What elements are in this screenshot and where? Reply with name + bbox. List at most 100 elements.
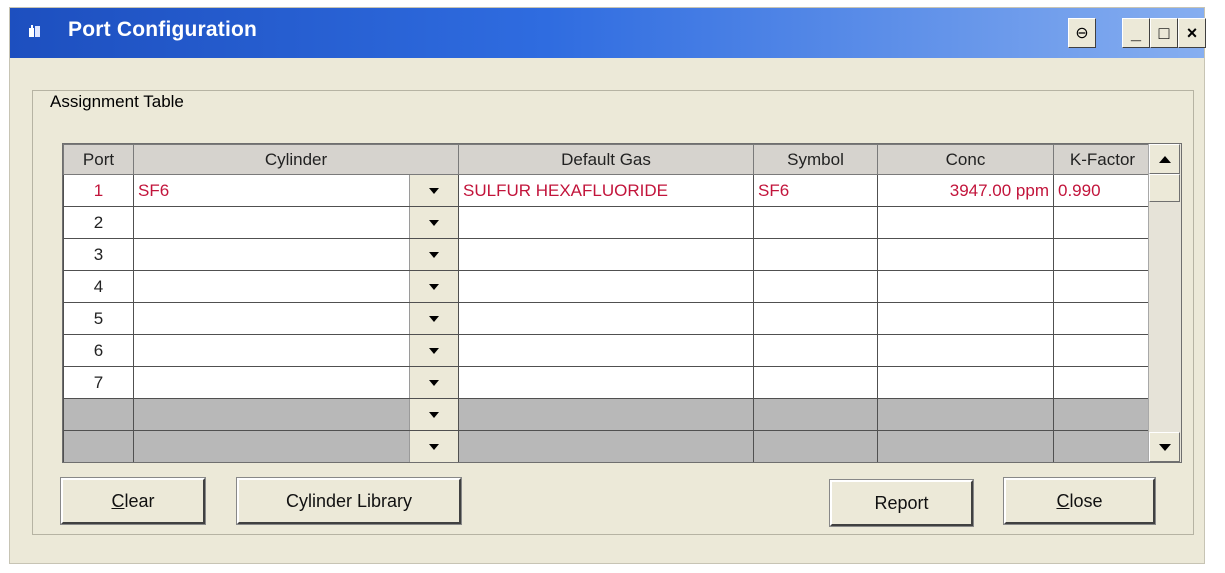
cylinder-cell[interactable] [133,430,459,462]
kfactor-cell[interactable] [1053,238,1152,271]
cylinder-cell[interactable]: SF6 [133,174,459,207]
cylinder-dropdown-icon[interactable] [409,207,458,238]
default-gas-cell[interactable] [458,238,754,271]
default-gas-cell[interactable] [458,206,754,239]
symbol-cell[interactable] [753,334,878,367]
cylinder-value: SF6 [138,180,170,200]
default-gas-cell[interactable] [458,430,754,462]
cylinder-cell[interactable] [133,366,459,399]
cylinder-library-button[interactable]: Cylinder Library [236,477,462,525]
report-button[interactable]: Report [829,479,974,527]
clear-label: lear [124,490,155,511]
default-gas-cell[interactable] [458,398,754,431]
cylinder-dropdown-icon[interactable] [409,303,458,334]
symbol-cell[interactable] [753,398,878,431]
conc-cell[interactable] [877,398,1054,431]
cylinder-dropdown-icon[interactable] [409,431,458,462]
cylinder-cell[interactable] [133,398,459,431]
kfactor-cell[interactable] [1053,334,1152,367]
minimize-button[interactable]: _ [1122,18,1150,48]
cylinder-cell[interactable] [133,334,459,367]
table-row[interactable]: 6 [63,334,1152,367]
close-mnemonic: C [1056,490,1070,511]
restore-button[interactable]: ⊖ [1068,18,1096,48]
header-symbol[interactable]: Symbol [753,144,878,175]
symbol-cell[interactable] [753,302,878,335]
table-row[interactable]: 3 [63,238,1152,271]
symbol-cell[interactable] [753,366,878,399]
port-cell [63,398,134,431]
group-label: Assignment Table [46,92,188,112]
header-cylinder[interactable]: Cylinder [133,144,459,175]
scroll-up-icon[interactable] [1149,144,1180,174]
close-window-button[interactable]: × [1178,18,1206,48]
default-gas-cell[interactable]: SULFUR HEXAFLUORIDE [458,174,754,207]
header-port[interactable]: Port [63,144,134,175]
kfactor-cell[interactable] [1053,430,1152,462]
port-cell: 6 [63,334,134,367]
cylinder-dropdown-icon[interactable] [409,175,458,206]
assignment-table: Port Cylinder Default Gas Symbol Conc K-… [63,144,1152,462]
kfactor-cell[interactable] [1053,398,1152,431]
table-row[interactable]: 4 [63,270,1152,303]
symbol-cell[interactable] [753,430,878,462]
symbol-cell[interactable] [753,270,878,303]
default-gas-cell[interactable] [458,334,754,367]
port-cell [63,430,134,462]
conc-cell[interactable] [877,334,1054,367]
symbol-cell[interactable] [753,238,878,271]
close-label: lose [1069,490,1103,511]
table-row[interactable]: 2 [63,206,1152,239]
port-cell: 5 [63,302,134,335]
cylinder-cell[interactable] [133,238,459,271]
default-gas-cell[interactable] [458,366,754,399]
port-cell: 3 [63,238,134,271]
table-row[interactable]: 7 [63,366,1152,399]
scroll-down-icon[interactable] [1149,432,1180,462]
cylinder-dropdown-icon[interactable] [409,271,458,302]
app-icon [29,25,40,37]
table-row[interactable]: 5 [63,302,1152,335]
kfactor-cell[interactable] [1053,366,1152,399]
kfactor-cell[interactable] [1053,270,1152,303]
symbol-cell[interactable] [753,206,878,239]
cylinder-dropdown-icon[interactable] [409,239,458,270]
cylinder-dropdown-icon[interactable] [409,367,458,398]
port-cell: 7 [63,366,134,399]
cylinder-dropdown-icon[interactable] [409,335,458,366]
title-bar[interactable]: Port Configuration ⊖ _ □ × [10,8,1206,58]
conc-cell[interactable] [877,302,1054,335]
cylinder-cell[interactable] [133,206,459,239]
header-conc[interactable]: Conc [877,144,1054,175]
cylinder-dropdown-icon[interactable] [409,399,458,430]
assignment-grid[interactable]: Port Cylinder Default Gas Symbol Conc K-… [62,143,1182,463]
vertical-scrollbar[interactable] [1148,144,1181,462]
scroll-thumb[interactable] [1149,174,1180,202]
conc-cell[interactable]: 3947.00 ppm [877,174,1054,207]
window-title: Port Configuration [68,18,258,41]
conc-cell[interactable] [877,238,1054,271]
table-row[interactable] [63,398,1152,431]
table-row[interactable]: 1 SF6 SULFUR HEXAFLUORIDE SF6 3947.00 pp… [63,174,1152,207]
kfactor-cell[interactable] [1053,206,1152,239]
default-gas-cell[interactable] [458,302,754,335]
conc-cell[interactable] [877,206,1054,239]
close-button[interactable]: Close [1003,477,1156,525]
cylinder-cell[interactable] [133,270,459,303]
conc-cell[interactable] [877,430,1054,462]
default-gas-cell[interactable] [458,270,754,303]
header-kfactor[interactable]: K-Factor [1053,144,1152,175]
cylinder-cell[interactable] [133,302,459,335]
port-cell: 4 [63,270,134,303]
kfactor-cell[interactable] [1053,302,1152,335]
header-default-gas[interactable]: Default Gas [458,144,754,175]
table-row[interactable] [63,430,1152,462]
port-cell: 1 [63,174,134,207]
conc-cell[interactable] [877,366,1054,399]
clear-button[interactable]: Clear [60,477,206,525]
clear-mnemonic: C [111,490,125,511]
symbol-cell[interactable]: SF6 [753,174,878,207]
kfactor-cell[interactable]: 0.990 [1053,174,1152,207]
maximize-button[interactable]: □ [1150,18,1178,48]
conc-cell[interactable] [877,270,1054,303]
